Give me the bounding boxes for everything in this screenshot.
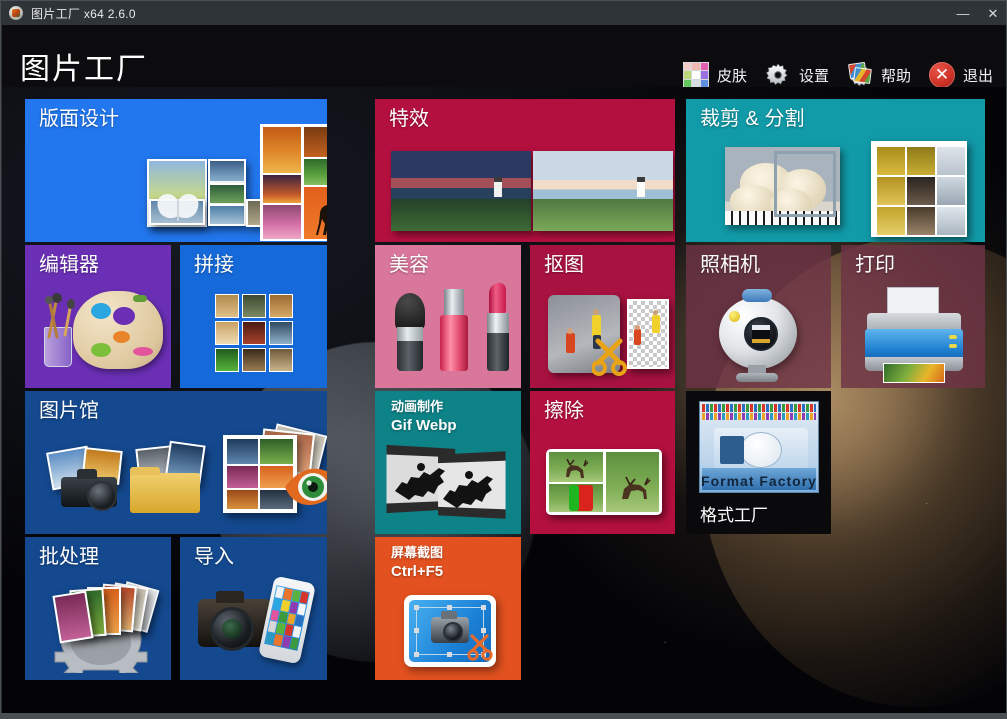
tile-camera-label: 照相机	[700, 254, 760, 276]
skin-label: 皮肤	[717, 65, 747, 86]
tile-cutout[interactable]: 抠图	[530, 245, 675, 388]
tile-format-factory[interactable]: Format Factory 格式工厂	[686, 391, 831, 534]
header-bar: 图片工厂 皮肤	[2, 25, 1007, 87]
format-factory-logo-text: Format Factory	[700, 473, 818, 489]
tile-format-factory-label: 格式工厂	[700, 501, 768, 526]
window-bottom-edge	[1, 713, 1007, 718]
tile-editor-label: 编辑器	[39, 254, 99, 276]
tile-erase[interactable]: 擦除	[530, 391, 675, 534]
tile-layout-design-label: 版面设计	[39, 108, 119, 130]
tile-print[interactable]: 打印	[841, 245, 985, 388]
tile-cutout-label: 抠图	[544, 254, 584, 276]
palette-swatch-icon	[682, 61, 710, 89]
tile-erase-label: 擦除	[544, 400, 584, 422]
tile-layout-design[interactable]: 版面设计	[25, 99, 327, 242]
tile-beauty-label: 美容	[389, 254, 429, 276]
page-title: 图片工厂	[20, 55, 148, 85]
app-window: 图片工厂 x64 2.6.0 — ✕ 图片工厂 皮肤	[0, 0, 1007, 719]
tile-beauty[interactable]: 美容	[375, 245, 521, 388]
tile-splice[interactable]: 拼接	[180, 245, 327, 388]
tile-print-label: 打印	[855, 254, 895, 276]
tile-gallery[interactable]: 图片馆	[25, 391, 327, 534]
exit-button[interactable]: ✕ 退出	[928, 61, 993, 89]
settings-label: 设置	[799, 65, 829, 86]
tile-camera[interactable]: 照相机	[686, 245, 831, 388]
app-icon	[8, 5, 24, 21]
help-gear-photos-icon	[846, 61, 874, 89]
exit-label: 退出	[963, 65, 993, 86]
red-x-circle-icon: ✕	[928, 61, 956, 89]
tile-gallery-label: 图片馆	[39, 400, 99, 422]
close-button[interactable]: ✕	[978, 1, 1007, 25]
tile-effects-label: 特效	[389, 108, 429, 130]
help-label: 帮助	[881, 65, 911, 86]
tile-animation[interactable]: 动画制作 Gif Webp	[375, 391, 521, 534]
window-title: 图片工厂 x64 2.6.0	[31, 5, 136, 22]
gear-icon	[764, 61, 792, 89]
tile-batch[interactable]: 批处理	[25, 537, 171, 680]
tile-crop-split[interactable]: 裁剪 & 分割	[686, 99, 985, 242]
help-button[interactable]: 帮助	[846, 61, 911, 89]
tile-import-label: 导入	[194, 546, 234, 568]
tile-screenshot-shortcut: Ctrl+F5	[391, 564, 443, 581]
minimize-button[interactable]: —	[948, 1, 978, 25]
tile-screenshot[interactable]: 屏幕截图 Ctrl+F5	[375, 537, 521, 680]
tile-screenshot-label: 屏幕截图	[391, 546, 443, 560]
tile-crop-split-label: 裁剪 & 分割	[700, 108, 804, 130]
toolbar: 皮肤 设置	[682, 61, 993, 89]
title-bar: 图片工厂 x64 2.6.0 — ✕	[1, 1, 1007, 25]
tile-workspace: 版面设计	[2, 87, 1007, 718]
tile-effects[interactable]: 特效	[375, 99, 675, 242]
tile-splice-label: 拼接	[194, 254, 234, 276]
tile-animation-label: 动画制作	[391, 400, 443, 414]
splice-artwork	[215, 294, 293, 372]
tile-animation-sublabel: Gif Webp	[391, 418, 457, 435]
settings-button[interactable]: 设置	[764, 61, 829, 89]
tile-import[interactable]: 导入	[180, 537, 327, 680]
tile-editor[interactable]: 编辑器	[25, 245, 171, 388]
skin-button[interactable]: 皮肤	[682, 61, 747, 89]
tile-batch-label: 批处理	[39, 546, 99, 568]
